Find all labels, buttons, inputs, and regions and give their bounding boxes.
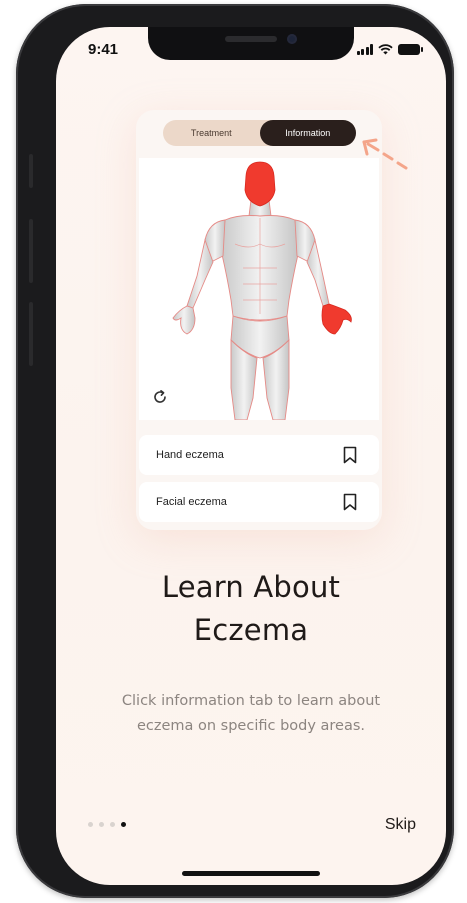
screen: 9:41 Treatment Information Hand eczema F… — [56, 27, 446, 885]
status-time: 9:41 — [88, 41, 119, 58]
status-icons — [356, 43, 423, 55]
notch — [148, 27, 354, 60]
head-region-highlight[interactable] — [244, 161, 276, 207]
condition-label: Facial eczema — [156, 496, 227, 508]
hand-region-highlight[interactable] — [321, 303, 352, 335]
description-line-1: Click information tab to learn about — [121, 693, 381, 709]
battery-icon — [398, 43, 423, 55]
description-line-2: eczema on specific body areas. — [136, 718, 366, 734]
bookmark-icon[interactable] — [343, 446, 357, 464]
condition-card-hand[interactable]: Hand eczema — [139, 435, 379, 475]
refresh-icon[interactable] — [151, 388, 169, 406]
silent-switch — [29, 154, 33, 188]
skip-button[interactable]: Skip — [385, 816, 416, 834]
feature-preview-card: Treatment Information Hand eczema Facial… — [136, 110, 382, 530]
speaker-grille — [225, 36, 277, 42]
home-indicator[interactable] — [182, 871, 320, 876]
volume-up-button — [29, 219, 33, 283]
page-dot[interactable] — [110, 822, 115, 827]
body-figure-illustration[interactable] — [139, 158, 379, 421]
cellular-signal-icon — [356, 43, 373, 55]
page-title-line-2: Eczema — [193, 613, 309, 647]
phone-frame: 9:41 Treatment Information Hand eczema F… — [16, 4, 454, 898]
wifi-icon — [378, 43, 393, 54]
bookmark-icon[interactable] — [343, 493, 357, 511]
pointer-arrow-icon — [362, 138, 408, 170]
tab-information[interactable]: Information — [259, 120, 356, 146]
segmented-tabs: Treatment Information — [163, 120, 356, 146]
page-dot-active[interactable] — [121, 822, 126, 827]
page-dot[interactable] — [88, 822, 93, 827]
body-map[interactable] — [139, 158, 379, 421]
page-indicator — [88, 822, 126, 827]
page-dot[interactable] — [99, 822, 104, 827]
front-camera — [287, 34, 297, 44]
condition-card-facial[interactable]: Facial eczema — [139, 482, 379, 522]
condition-label: Hand eczema — [156, 449, 224, 461]
page-title-line-1: Learn About — [161, 570, 341, 604]
tab-treatment[interactable]: Treatment — [163, 120, 260, 146]
volume-down-button — [29, 302, 33, 366]
